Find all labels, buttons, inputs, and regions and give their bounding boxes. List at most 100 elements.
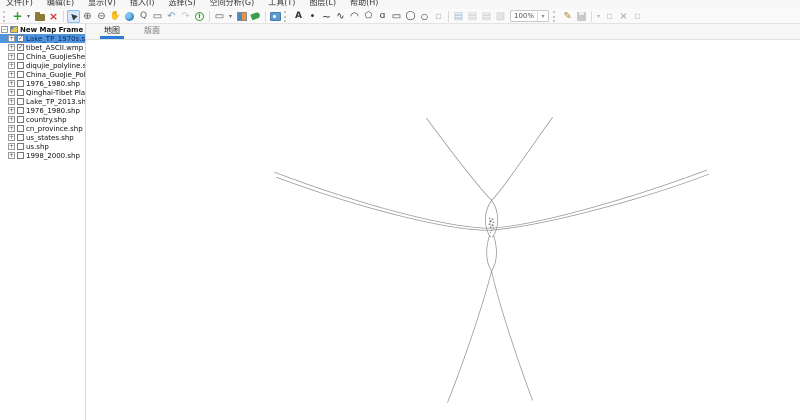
zoom-level-combo[interactable]: 100% ▾ [510, 10, 550, 22]
end-dropdown-caret-icon[interactable]: ▾ [595, 10, 602, 23]
rectangle-tool-icon[interactable]: ▭ [390, 10, 403, 23]
export-page-icon[interactable]: ▤ [452, 10, 465, 23]
copy-page-icon[interactable]: ▤ [466, 10, 479, 23]
point-tool-icon[interactable]: • [306, 10, 319, 23]
frame-select-icon[interactable]: ▫ [631, 10, 644, 23]
select-features-icon[interactable]: ▭ [213, 10, 226, 23]
layer-row[interactable]: + us_states.shp [0, 133, 85, 142]
layer-row[interactable]: + China_GuoJie_Poly [0, 70, 85, 79]
layer-row[interactable]: + 1976_1980.shp [0, 79, 85, 88]
identify-info-icon[interactable]: i [193, 10, 206, 23]
expand-box-icon[interactable]: + [8, 134, 15, 141]
menu-insert[interactable]: 插入(I) [130, 0, 155, 8]
layer-checkbox[interactable] [17, 143, 24, 150]
fit-page-icon[interactable]: ▧ [494, 10, 507, 23]
layer-checkbox[interactable] [17, 89, 24, 96]
layer-checkbox[interactable]: ✓ [17, 35, 24, 42]
toolbar-grip-icon[interactable] [553, 10, 557, 22]
layer-row[interactable]: + 1976_1980.shp [0, 106, 85, 115]
collapse-box-icon[interactable]: − [1, 26, 8, 33]
expand-box-icon[interactable]: + [8, 35, 15, 42]
zoom-in-icon[interactable]: ⊕ [81, 10, 94, 23]
add-data-caret-icon[interactable]: ▾ [25, 10, 32, 23]
layer-row[interactable]: + ✓ Lake_TP_1970s.shp [0, 34, 85, 43]
expand-box-icon[interactable]: + [8, 143, 15, 150]
expand-box-icon[interactable]: + [8, 89, 15, 96]
undo-icon[interactable]: ↶ [165, 10, 178, 23]
paste-page-icon[interactable]: ▤ [480, 10, 493, 23]
polygon-tool-icon[interactable]: ⬠ [362, 10, 375, 23]
expand-box-icon[interactable]: + [8, 125, 15, 132]
expand-box-icon[interactable]: + [8, 107, 15, 114]
ellipse-tool-icon[interactable]: ◯ [404, 10, 417, 23]
layer-checkbox[interactable] [17, 62, 24, 69]
zoom-out-icon[interactable]: ⊖ [95, 10, 108, 23]
layer-row[interactable]: + ✓ tibet_ASCII.wmp [0, 43, 85, 52]
label-tag-icon[interactable] [249, 10, 262, 23]
layer-checkbox[interactable] [17, 98, 24, 105]
extent-rectangle-icon[interactable]: ▭ [151, 10, 164, 23]
zoom-combo-caret-icon[interactable]: ▾ [537, 11, 548, 21]
export-image-icon[interactable] [269, 10, 282, 23]
layer-checkbox[interactable] [17, 80, 24, 87]
redo-icon[interactable]: ↷ [179, 10, 192, 23]
menu-layers[interactable]: 图层(L) [309, 0, 336, 8]
attribute-table-icon[interactable] [235, 10, 248, 23]
expand-box-icon[interactable]: + [8, 71, 15, 78]
layer-checkbox[interactable]: ✓ [17, 44, 24, 51]
layer-row[interactable]: + country.shp [0, 115, 85, 124]
map-canvas[interactable] [86, 40, 800, 420]
menu-help[interactable]: 帮助(H) [350, 0, 378, 8]
layer-row[interactable]: + Qinghai-Tibet Plat [0, 88, 85, 97]
layer-row[interactable]: + diqujie_polyline.sl [0, 61, 85, 70]
curve-tool-icon[interactable]: ◠ [348, 10, 361, 23]
tab-layout[interactable]: 版面 [140, 23, 164, 39]
map-frame-root[interactable]: − New Map Frame [0, 25, 85, 34]
pan-hand-icon[interactable]: ✋ [109, 10, 122, 23]
clear-frame-icon[interactable]: ▫ [603, 10, 616, 23]
add-data-icon[interactable]: + [11, 10, 24, 23]
layer-checkbox[interactable] [17, 134, 24, 141]
tab-map[interactable]: 地图 [100, 23, 124, 39]
expand-box-icon[interactable]: + [8, 62, 15, 69]
layer-row[interactable]: + 1998_2000.shp [0, 151, 85, 160]
select-features-caret-icon[interactable]: ▾ [227, 10, 234, 23]
layer-row[interactable]: + cn_province.shp [0, 124, 85, 133]
menu-view[interactable]: 显示(V) [88, 0, 116, 8]
expand-box-icon[interactable]: + [8, 152, 15, 159]
circle-tool-icon[interactable]: ○ [418, 10, 431, 23]
text-tool-icon[interactable]: A [292, 10, 305, 23]
menu-spatial-analysis[interactable]: 空间分析(G) [210, 0, 254, 8]
delete-selection-icon[interactable]: × [617, 10, 630, 23]
layer-checkbox[interactable] [17, 107, 24, 114]
toolbar-grip-icon[interactable] [284, 10, 288, 22]
save-edits-icon[interactable] [575, 10, 588, 23]
layer-checkbox[interactable] [17, 125, 24, 132]
freehand-polygon-icon[interactable]: ɑ [376, 10, 389, 23]
layer-checkbox[interactable] [17, 53, 24, 60]
remove-layer-icon[interactable]: × [47, 10, 60, 23]
freehand-line-icon[interactable]: ∿ [334, 10, 347, 23]
expand-box-icon[interactable]: + [8, 116, 15, 123]
sketch-pencil-icon[interactable]: ✎ [561, 10, 574, 23]
lasso-tool-icon[interactable]: ▫ [432, 10, 445, 23]
full-extent-globe-icon[interactable] [123, 10, 136, 23]
menu-edit[interactable]: 编辑(E) [47, 0, 74, 8]
select-cursor-icon[interactable]: ▶ [67, 9, 80, 23]
layer-row[interactable]: + China_GuoJieShen [0, 52, 85, 61]
open-folder-icon[interactable] [33, 10, 46, 23]
menu-tools[interactable]: 工具(T) [268, 0, 295, 8]
layer-checkbox[interactable] [17, 152, 24, 159]
expand-box-icon[interactable]: + [8, 44, 15, 51]
expand-box-icon[interactable]: + [8, 80, 15, 87]
line-tool-icon[interactable]: ~ [320, 10, 333, 23]
layer-row[interactable]: + us.shp [0, 142, 85, 151]
menu-file[interactable]: 文件(F) [6, 0, 33, 8]
expand-box-icon[interactable]: + [8, 53, 15, 60]
toolbar-grip-icon[interactable] [3, 10, 7, 22]
menu-select[interactable]: 选择(S) [168, 0, 195, 8]
zoom-selection-icon[interactable]: Q [137, 10, 150, 23]
expand-box-icon[interactable]: + [8, 98, 15, 105]
layer-row[interactable]: + Lake_TP_2013.shp [0, 97, 85, 106]
layer-checkbox[interactable] [17, 71, 24, 78]
